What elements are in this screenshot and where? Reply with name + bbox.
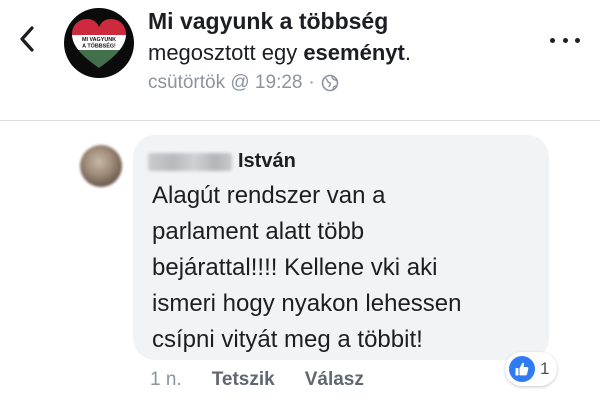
commenter-avatar[interactable]: [80, 145, 122, 187]
reaction-count: 1: [540, 359, 550, 378]
share-description: megosztott egy eseményt.: [148, 40, 411, 66]
post-header: MI VAGYUNK A TÖBBSÉG! Mi vagyunk a többs…: [0, 0, 600, 120]
globe-icon[interactable]: [321, 74, 339, 92]
dot-icon: [562, 37, 568, 43]
comment-line: csípni vityát meg a többit!: [152, 326, 423, 353]
comment-actions: 1 n. Tetszik Válasz: [150, 369, 394, 391]
comment-age[interactable]: 1 n.: [150, 369, 182, 391]
redacted-name: [148, 152, 232, 171]
page-avatar[interactable]: MI VAGYUNK A TÖBBSÉG!: [64, 8, 134, 78]
share-prefix: megosztott egy: [148, 40, 298, 65]
post-timestamp[interactable]: csütörtök @ 19:28: [148, 72, 302, 94]
chevron-left-icon: [20, 26, 34, 52]
thumbs-up-icon: [515, 362, 529, 376]
logo-text-line2: A TÖBBSÉG!: [82, 42, 116, 50]
logo-text-line1: MI VAGYUNK: [82, 37, 116, 43]
comment-line: bejárattal!!!! Kellene vki aki: [152, 254, 438, 281]
meta-separator: ·: [308, 72, 315, 93]
back-button[interactable]: [10, 22, 44, 56]
page-name[interactable]: Mi vagyunk a többség: [148, 8, 388, 35]
comment-line: ismeri hogy nyakon lehessen: [152, 290, 462, 317]
divider: [0, 120, 600, 121]
post-meta: csütörtök @ 19:28 ·: [148, 72, 339, 94]
comment-line: parlament alatt több: [152, 218, 365, 245]
heart-flag-logo: MI VAGYUNK A TÖBBSÉG!: [72, 19, 126, 68]
more-options-button[interactable]: [550, 28, 580, 52]
dot-icon: [575, 37, 580, 43]
dot-icon: [550, 37, 555, 43]
comment-author[interactable]: István: [148, 150, 296, 173]
share-suffix: .: [404, 40, 411, 65]
shared-event-link[interactable]: eseményt: [303, 40, 405, 65]
like-reaction: [509, 356, 535, 382]
like-button[interactable]: Tetszik: [212, 369, 275, 391]
comment-text: Alagút rendszer van a parlament alatt tö…: [152, 178, 542, 358]
reply-button[interactable]: Válasz: [305, 369, 364, 391]
author-first-name: István: [238, 150, 296, 172]
comment-line: Alagút rendszer van a: [152, 182, 386, 209]
reaction-badge[interactable]: 1: [505, 352, 558, 386]
